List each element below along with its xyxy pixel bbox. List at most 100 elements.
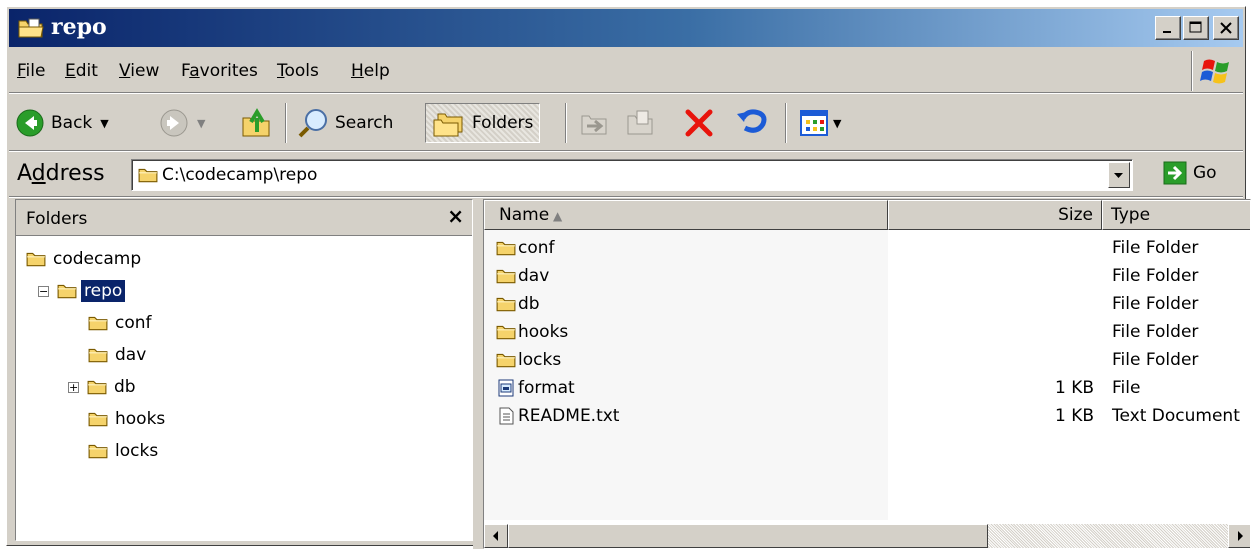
file-row[interactable]: db File Folder — [484, 290, 1250, 318]
menu-edit[interactable]: Edit — [65, 61, 98, 81]
address-input[interactable]: C:\codecamp\repo — [131, 159, 1133, 191]
tree-item-repo[interactable]: − repo — [38, 276, 126, 306]
column-header-name[interactable]: Name ▲ — [484, 200, 888, 230]
file-size: 1 KB — [1054, 406, 1094, 426]
explorer-window: repo File Edit View Favorites Tools Help — [6, 6, 1251, 549]
tree-item-db[interactable]: + db — [68, 372, 139, 402]
file-name-cell: locks — [496, 350, 561, 370]
maximize-button[interactable] — [1183, 16, 1209, 40]
column-header-type[interactable]: Type — [1102, 200, 1250, 230]
search-icon — [298, 109, 327, 138]
folder-icon — [496, 267, 516, 285]
back-icon — [16, 109, 44, 137]
expand-icon[interactable]: + — [68, 381, 79, 393]
chevron-down-icon[interactable]: ▼ — [833, 117, 841, 130]
folder-icon — [26, 250, 46, 268]
back-button[interactable]: Back ▼ — [15, 103, 109, 143]
tree-item-label: conf — [115, 313, 152, 333]
address-dropdown-button[interactable] — [1108, 162, 1130, 188]
menu-file[interactable]: File — [17, 61, 45, 81]
file-row[interactable]: locks File Folder — [484, 346, 1250, 374]
tree-item-hooks[interactable]: hooks — [88, 404, 168, 434]
delete-icon — [685, 109, 713, 137]
tree-item-conf[interactable]: conf — [88, 308, 155, 338]
up-button[interactable] — [241, 103, 273, 143]
file-type: File Folder — [1112, 266, 1199, 286]
file-name: dav — [518, 266, 550, 286]
file-name: locks — [518, 350, 562, 370]
folder-icon — [88, 442, 108, 460]
file-name: conf — [518, 238, 555, 258]
menu-bar: File Edit View Favorites Tools Help — [9, 49, 1243, 93]
scroll-left-button[interactable] — [484, 524, 508, 548]
chevron-left-icon — [493, 531, 498, 541]
file-name: hooks — [518, 322, 569, 342]
close-pane-icon[interactable]: × — [447, 204, 464, 228]
chevron-down-icon[interactable]: ▼ — [197, 117, 205, 130]
generic-file-icon — [498, 379, 514, 397]
folder-icon — [496, 323, 516, 341]
undo-button[interactable] — [735, 103, 769, 143]
views-button[interactable]: ▼ — [799, 103, 841, 143]
address-bar: Address C:\codecamp\repo Go — [9, 153, 1243, 197]
folder-icon — [57, 282, 77, 300]
toolbar-separator — [285, 103, 287, 143]
file-name-cell: dav — [496, 266, 549, 286]
folders-label: Folders — [472, 113, 534, 133]
delete-button[interactable] — [683, 103, 715, 143]
menu-view[interactable]: View — [119, 61, 159, 81]
forward-button[interactable]: ▼ — [159, 103, 205, 143]
minimize-button[interactable] — [1155, 16, 1181, 40]
folder-icon — [138, 166, 158, 184]
minimize-icon — [1163, 31, 1171, 33]
tree-item-label: hooks — [115, 409, 166, 429]
file-name-cell: db — [496, 294, 540, 314]
text-document-icon — [499, 407, 514, 425]
collapse-icon[interactable]: − — [38, 285, 49, 297]
folders-pane-header: Folders × — [16, 200, 472, 236]
search-label: Search — [335, 113, 394, 133]
file-type: File Folder — [1112, 294, 1199, 314]
horizontal-scrollbar[interactable] — [484, 524, 1250, 548]
file-row[interactable]: dav File Folder — [484, 262, 1250, 290]
folders-pane-title: Folders — [26, 209, 88, 229]
tree-item-label: repo — [81, 280, 126, 302]
file-type: Text Document — [1112, 406, 1240, 426]
file-name: format — [518, 378, 575, 398]
views-icon — [800, 110, 828, 136]
menu-favorites[interactable]: Favorites — [181, 61, 258, 81]
menu-help[interactable]: Help — [351, 61, 390, 81]
move-to-button[interactable] — [579, 103, 611, 143]
folder-icon — [88, 346, 108, 364]
folder-icon — [87, 378, 107, 396]
search-button[interactable]: Search — [297, 103, 393, 143]
close-button[interactable] — [1213, 16, 1239, 40]
tree-item-dav[interactable]: dav — [88, 340, 149, 370]
chevron-down-icon[interactable]: ▼ — [100, 117, 108, 130]
sort-ascending-icon: ▲ — [553, 209, 563, 223]
folder-icon — [88, 410, 108, 428]
copy-to-button[interactable] — [625, 103, 657, 143]
tree-item-locks[interactable]: locks — [88, 436, 161, 466]
scrollbar-thumb[interactable] — [508, 524, 988, 548]
file-name-cell: format — [496, 378, 575, 398]
scroll-right-button[interactable] — [1228, 524, 1250, 548]
pane-splitter[interactable] — [473, 199, 483, 549]
file-row[interactable]: README.txt 1 KB Text Document — [484, 402, 1250, 430]
file-row[interactable]: format 1 KB File — [484, 374, 1250, 402]
title-bar[interactable]: repo — [9, 9, 1243, 47]
folder-icon — [496, 295, 516, 313]
toolbar-separator — [565, 103, 567, 143]
menu-tools[interactable]: Tools — [277, 61, 319, 81]
up-folder-icon — [242, 108, 270, 137]
file-size: 1 KB — [1054, 378, 1094, 398]
folders-button[interactable]: Folders — [425, 103, 541, 143]
file-row[interactable]: conf File Folder — [484, 234, 1250, 262]
tree-item-codecamp[interactable]: codecamp — [26, 244, 144, 274]
column-header-size[interactable]: Size — [888, 200, 1102, 230]
tree-item-label: codecamp — [53, 249, 142, 269]
file-type: File Folder — [1112, 350, 1199, 370]
file-row[interactable]: hooks File Folder — [484, 318, 1250, 346]
go-button[interactable]: Go — [1163, 161, 1217, 185]
explorer-folder-icon — [17, 17, 45, 44]
